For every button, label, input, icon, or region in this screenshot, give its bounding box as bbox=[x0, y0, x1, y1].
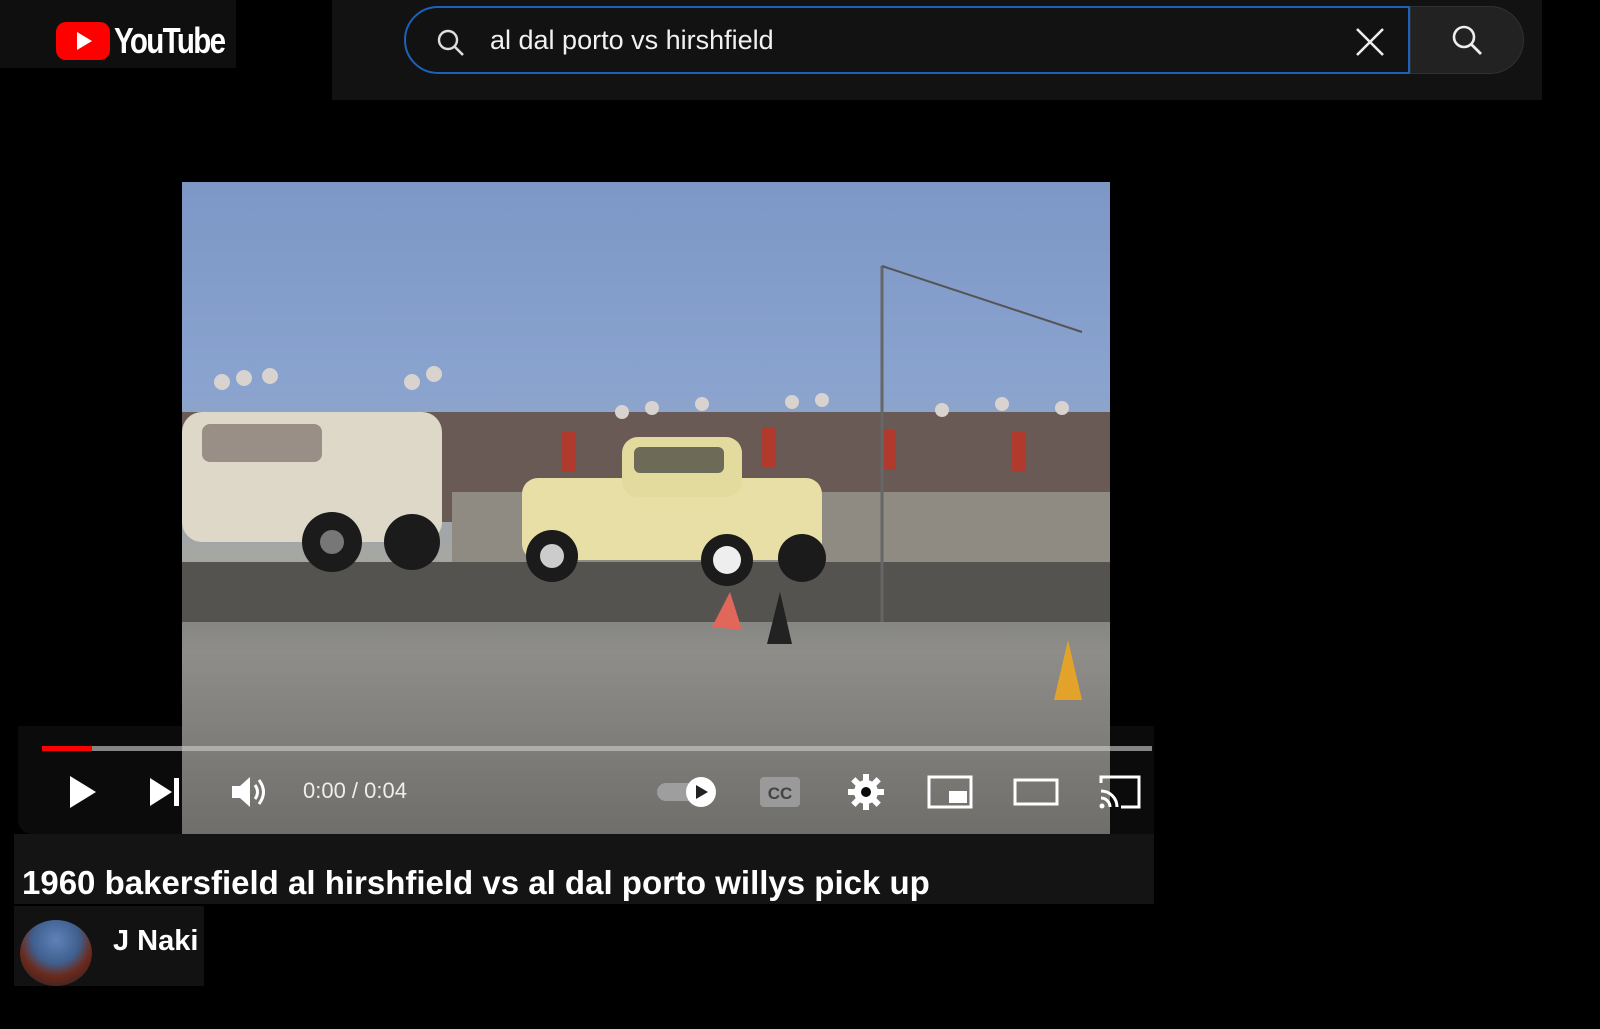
captions-button[interactable]: CC bbox=[758, 774, 802, 810]
settings-button[interactable] bbox=[844, 770, 888, 814]
youtube-logo[interactable]: YouTube bbox=[56, 20, 249, 61]
logo-text: YouTube bbox=[114, 20, 226, 61]
play-button[interactable] bbox=[62, 770, 102, 814]
video-frame[interactable] bbox=[182, 182, 1110, 834]
miniplayer-icon bbox=[927, 775, 973, 809]
settings-icon bbox=[848, 774, 884, 810]
video-scene bbox=[182, 265, 1110, 700]
cast-button[interactable] bbox=[1096, 772, 1144, 812]
captions-icon: CC bbox=[760, 777, 800, 807]
search-button[interactable] bbox=[1410, 6, 1524, 74]
player-controls: 0:00 / 0:04 CC bbox=[0, 764, 1160, 824]
progress-played bbox=[42, 746, 92, 751]
miniplayer-button[interactable] bbox=[926, 774, 974, 810]
theater-mode-button[interactable] bbox=[1012, 774, 1060, 810]
progress-bar[interactable] bbox=[42, 746, 1152, 751]
channel-name[interactable]: J Naki bbox=[113, 925, 198, 958]
volume-icon bbox=[232, 777, 265, 807]
search-icon bbox=[437, 29, 464, 56]
youtube-play-logo-icon bbox=[56, 22, 110, 60]
mute-button[interactable] bbox=[228, 772, 272, 812]
search-icon bbox=[1452, 25, 1482, 55]
avatar[interactable] bbox=[20, 920, 92, 986]
clear-search-button[interactable] bbox=[1350, 22, 1390, 62]
cc-label: CC bbox=[768, 784, 793, 803]
close-icon bbox=[1356, 28, 1384, 56]
video-title: 1960 bakersfield al hirshfield vs al dal… bbox=[22, 864, 930, 901]
autoplay-toggle-icon bbox=[657, 777, 716, 807]
play-icon bbox=[70, 776, 96, 808]
cast-icon bbox=[1099, 775, 1141, 809]
search-input[interactable] bbox=[490, 18, 1310, 62]
theater-mode-icon bbox=[1013, 778, 1059, 806]
next-button[interactable] bbox=[144, 772, 184, 812]
autoplay-toggle[interactable] bbox=[654, 774, 720, 810]
time-display: 0:00 / 0:04 bbox=[303, 778, 407, 803]
next-icon bbox=[150, 778, 179, 806]
search-box[interactable] bbox=[404, 6, 1410, 74]
